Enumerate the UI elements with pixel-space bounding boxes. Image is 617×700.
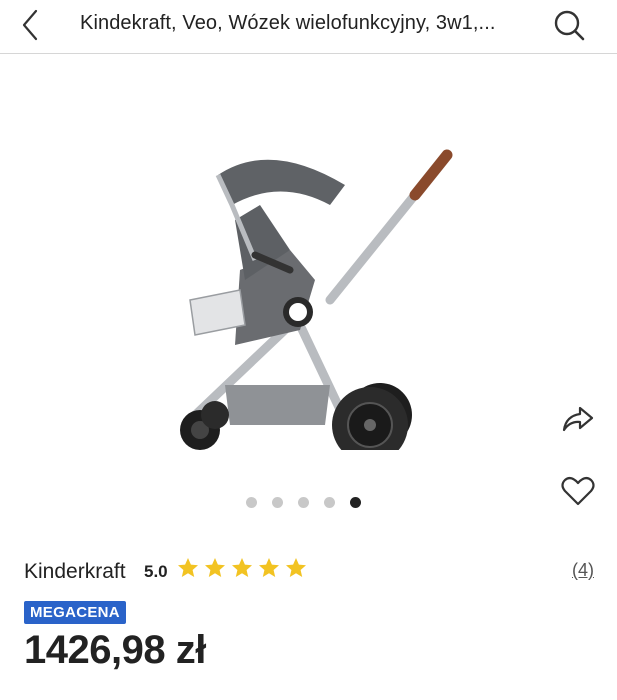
rating-stars bbox=[176, 556, 308, 580]
star-icon bbox=[178, 558, 198, 577]
rating-score: 5.0 bbox=[144, 562, 168, 581]
star-icon bbox=[259, 558, 279, 577]
star-icon bbox=[232, 558, 252, 577]
rating-row: Kinderkraft 5.0 (4) bbox=[24, 556, 594, 588]
carousel-dot[interactable] bbox=[246, 497, 257, 508]
review-count-link[interactable]: (4) bbox=[572, 560, 594, 581]
carousel-dot[interactable] bbox=[298, 497, 309, 508]
star-icon bbox=[205, 558, 225, 577]
product-price: 1426,98 zł bbox=[24, 628, 206, 672]
carousel-dot[interactable] bbox=[324, 497, 335, 508]
product-gallery[interactable] bbox=[0, 55, 617, 525]
carousel-dot[interactable] bbox=[272, 497, 283, 508]
share-arrow-icon bbox=[562, 406, 594, 432]
brand-name[interactable]: Kinderkraft bbox=[24, 560, 126, 584]
search-button[interactable] bbox=[549, 6, 589, 46]
product-image[interactable] bbox=[140, 100, 470, 450]
top-bar: Kindekraft, Veo, Wózek wielofunkcyjny, 3… bbox=[0, 0, 617, 54]
back-button[interactable] bbox=[12, 6, 52, 48]
promo-badge: MEGACENA bbox=[24, 601, 126, 624]
heart-outline-icon bbox=[561, 476, 595, 506]
carousel-dots bbox=[246, 497, 361, 511]
carousel-dot[interactable] bbox=[350, 497, 361, 508]
share-button[interactable] bbox=[558, 399, 598, 439]
favorite-button[interactable] bbox=[558, 471, 598, 511]
search-icon bbox=[554, 10, 585, 41]
chevron-left-icon bbox=[22, 9, 38, 41]
page-title: Kindekraft, Veo, Wózek wielofunkcyjny, 3… bbox=[80, 12, 496, 34]
star-icon bbox=[286, 558, 306, 577]
